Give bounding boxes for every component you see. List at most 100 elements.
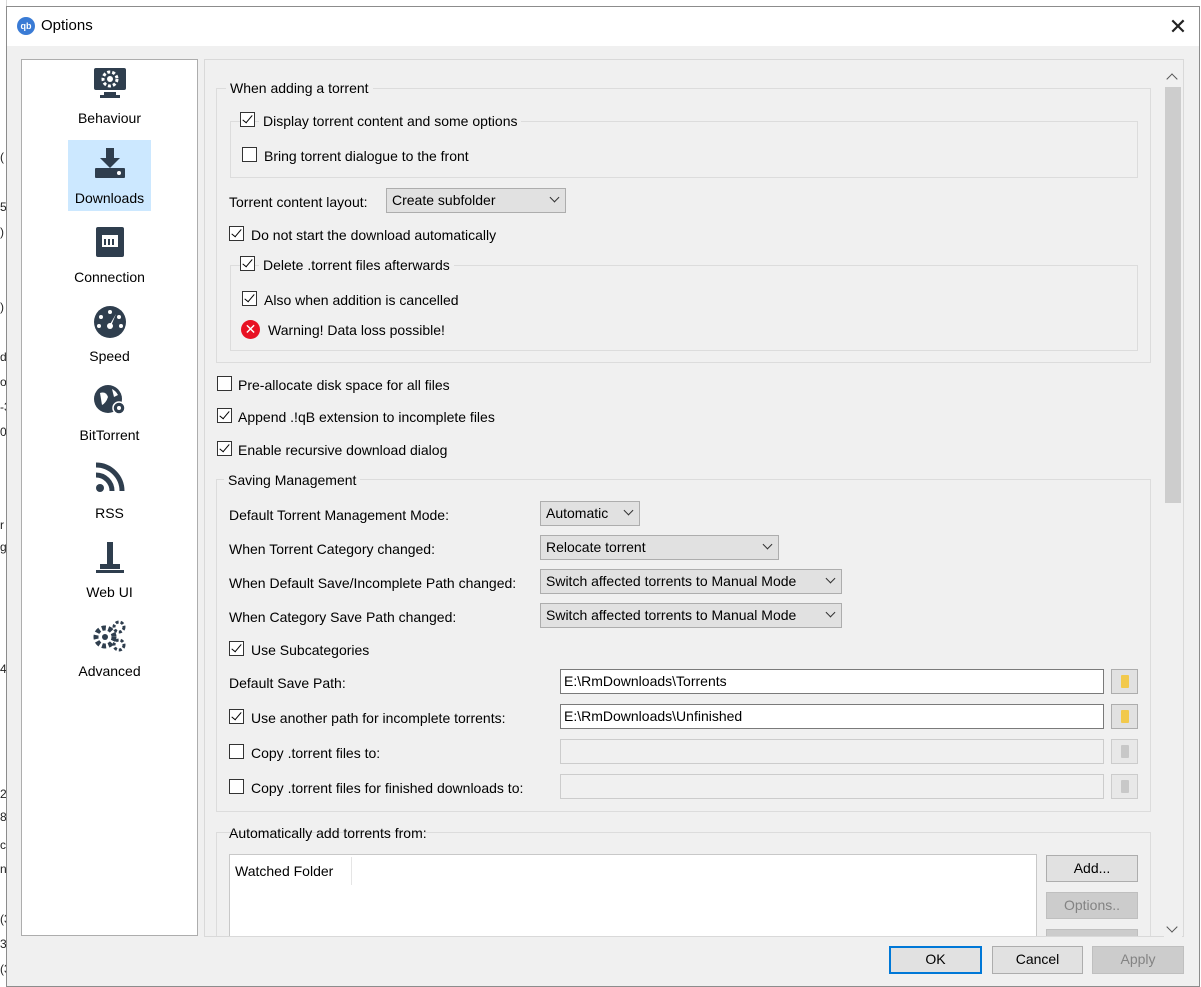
checkbox-label: Bring torrent dialogue to the front [264, 148, 469, 164]
incomplete-path-checkbox[interactable] [229, 709, 244, 724]
sidebar-item-label: Speed [89, 348, 130, 364]
bring-front-checkbox[interactable] [242, 147, 257, 162]
select-value: Automatic [546, 505, 609, 521]
sidebar-item-speed[interactable]: Speed [68, 298, 151, 369]
checkbox-label: Do not start the download automatically [251, 227, 497, 243]
content-layout-select[interactable]: Create subfolder [386, 188, 566, 213]
copy-torrent-path-input[interactable] [560, 739, 1104, 764]
checkbox-label: Copy .torrent files for finished downloa… [251, 780, 524, 796]
qbittorrent-logo-icon: qb [17, 17, 35, 35]
scroll-down-arrow-icon[interactable] [1166, 921, 1178, 933]
sidebar-item-advanced[interactable]: Advanced [68, 613, 151, 684]
bg-fragment: ) [0, 300, 4, 314]
copy-finished-path-input[interactable] [560, 774, 1104, 799]
sidebar-item-connection[interactable]: Connection [68, 219, 151, 290]
delete-files-checkbox[interactable] [240, 256, 255, 271]
ok-button[interactable]: OK [889, 946, 982, 974]
remove-folder-button[interactable]: R... [1046, 929, 1138, 936]
checkbox-label: Also when addition is cancelled [264, 292, 459, 308]
checkbox-label: Delete .torrent files afterwards [259, 257, 454, 273]
chevron-down-icon [549, 192, 560, 203]
append-extension-checkbox[interactable] [217, 408, 232, 423]
folder-icon [1121, 675, 1129, 688]
column-divider [351, 857, 352, 885]
select-value: Switch affected torrents to Manual Mode [546, 573, 797, 589]
category-sidebar: Behaviour Downloads Connection Speed Bit… [21, 59, 198, 936]
sidebar-item-label: BitTorrent [79, 427, 140, 443]
sidebar-item-label: Downloads [74, 190, 145, 206]
browse-save-path-button[interactable] [1111, 669, 1138, 694]
sidebar-item-behaviour[interactable]: Behaviour [68, 60, 151, 131]
sidebar-item-rss[interactable]: RSS [68, 455, 151, 526]
watched-folders-list[interactable]: Watched Folder [229, 854, 1037, 936]
copy-finished-checkbox[interactable] [229, 779, 244, 794]
window-title: Options [41, 17, 93, 34]
close-icon[interactable]: ✕ [1165, 14, 1191, 40]
group-title: Saving Management [224, 472, 361, 488]
mode-label: Default Torrent Management Mode: [229, 507, 449, 523]
bg-fragment: ) [0, 225, 4, 239]
category-changed-label: When Torrent Category changed: [229, 541, 435, 557]
chevron-down-icon [825, 573, 836, 584]
default-path-changed-select[interactable]: Switch affected torrents to Manual Mode [540, 569, 842, 594]
options-dialog: qb Options ✕ Behaviour Downloads Connect… [6, 6, 1200, 987]
select-value: Create subfolder [392, 192, 496, 208]
checkbox-label: Pre-allocate disk space for all files [238, 377, 450, 393]
no-autostart-checkbox[interactable] [229, 226, 244, 241]
folder-icon [1121, 710, 1129, 723]
sidebar-item-label: RSS [95, 505, 124, 521]
recursive-dialog-checkbox[interactable] [217, 441, 232, 456]
behaviour-icon [94, 68, 126, 98]
sidebar-item-downloads[interactable]: Downloads [68, 140, 151, 211]
error-icon: ✕ [241, 320, 260, 339]
column-header-watched-folder[interactable]: Watched Folder [235, 863, 333, 879]
category-save-path-label: When Category Save Path changed: [229, 609, 457, 625]
webui-icon [96, 542, 124, 573]
preallocate-checkbox[interactable] [217, 376, 232, 391]
sidebar-item-label: Connection [74, 269, 145, 285]
group-title: When adding a torrent [226, 80, 373, 96]
scroll-up-arrow-icon[interactable] [1166, 73, 1178, 85]
sidebar-item-label: Behaviour [77, 110, 142, 126]
browse-incomplete-path-button[interactable] [1111, 704, 1138, 729]
category-save-path-select[interactable]: Switch affected torrents to Manual Mode [540, 603, 842, 628]
incomplete-path-input[interactable]: E:\RmDownloads\Unfinished [560, 704, 1104, 729]
category-changed-select[interactable]: Relocate torrent [540, 535, 779, 560]
also-cancelled-checkbox[interactable] [242, 291, 257, 306]
speed-icon [94, 306, 126, 338]
bg-fragment: ( [0, 150, 4, 164]
select-value: Relocate torrent [546, 539, 646, 555]
checkbox-label: Append .!qB extension to incomplete file… [238, 409, 495, 425]
title-bar: qb Options ✕ [7, 7, 1199, 46]
sidebar-item-webui[interactable]: Web UI [68, 534, 151, 605]
advanced-icon [93, 620, 126, 652]
chevron-down-icon [623, 505, 634, 516]
scrollbar-thumb[interactable] [1165, 87, 1181, 503]
save-path-label: Default Save Path: [229, 675, 346, 691]
sidebar-item-label: Advanced [78, 663, 141, 679]
content-scrollbar[interactable] [1164, 67, 1182, 939]
folder-icon [1121, 780, 1129, 793]
checkbox-label: Enable recursive download dialog [238, 442, 448, 458]
copy-torrent-checkbox[interactable] [229, 744, 244, 759]
management-mode-select[interactable]: Automatic [540, 501, 640, 526]
browse-copy-torrent-button[interactable] [1111, 739, 1138, 764]
bg-fragment: r [0, 518, 4, 532]
folder-options-button[interactable]: Options.. [1046, 892, 1138, 919]
downloads-settings-panel: When adding a torrent Display torrent co… [204, 59, 1184, 937]
select-value: Switch affected torrents to Manual Mode [546, 607, 797, 623]
sidebar-item-bittorrent[interactable]: BitTorrent [68, 377, 151, 448]
display-content-checkbox[interactable] [240, 112, 255, 127]
cancel-button[interactable]: Cancel [992, 946, 1083, 974]
folder-icon [1121, 745, 1129, 758]
delete-files-group [230, 265, 1138, 351]
checkbox-label: Use Subcategories [251, 642, 370, 658]
bittorrent-icon [94, 385, 126, 415]
apply-button[interactable]: Apply [1092, 946, 1184, 974]
sidebar-item-label: Web UI [86, 584, 133, 600]
checkbox-label: Use another path for incomplete torrents… [251, 710, 506, 726]
browse-copy-finished-button[interactable] [1111, 774, 1138, 799]
add-folder-button[interactable]: Add... [1046, 855, 1138, 882]
default-save-path-input[interactable]: E:\RmDownloads\Torrents [560, 669, 1104, 694]
use-subcategories-checkbox[interactable] [229, 641, 244, 656]
